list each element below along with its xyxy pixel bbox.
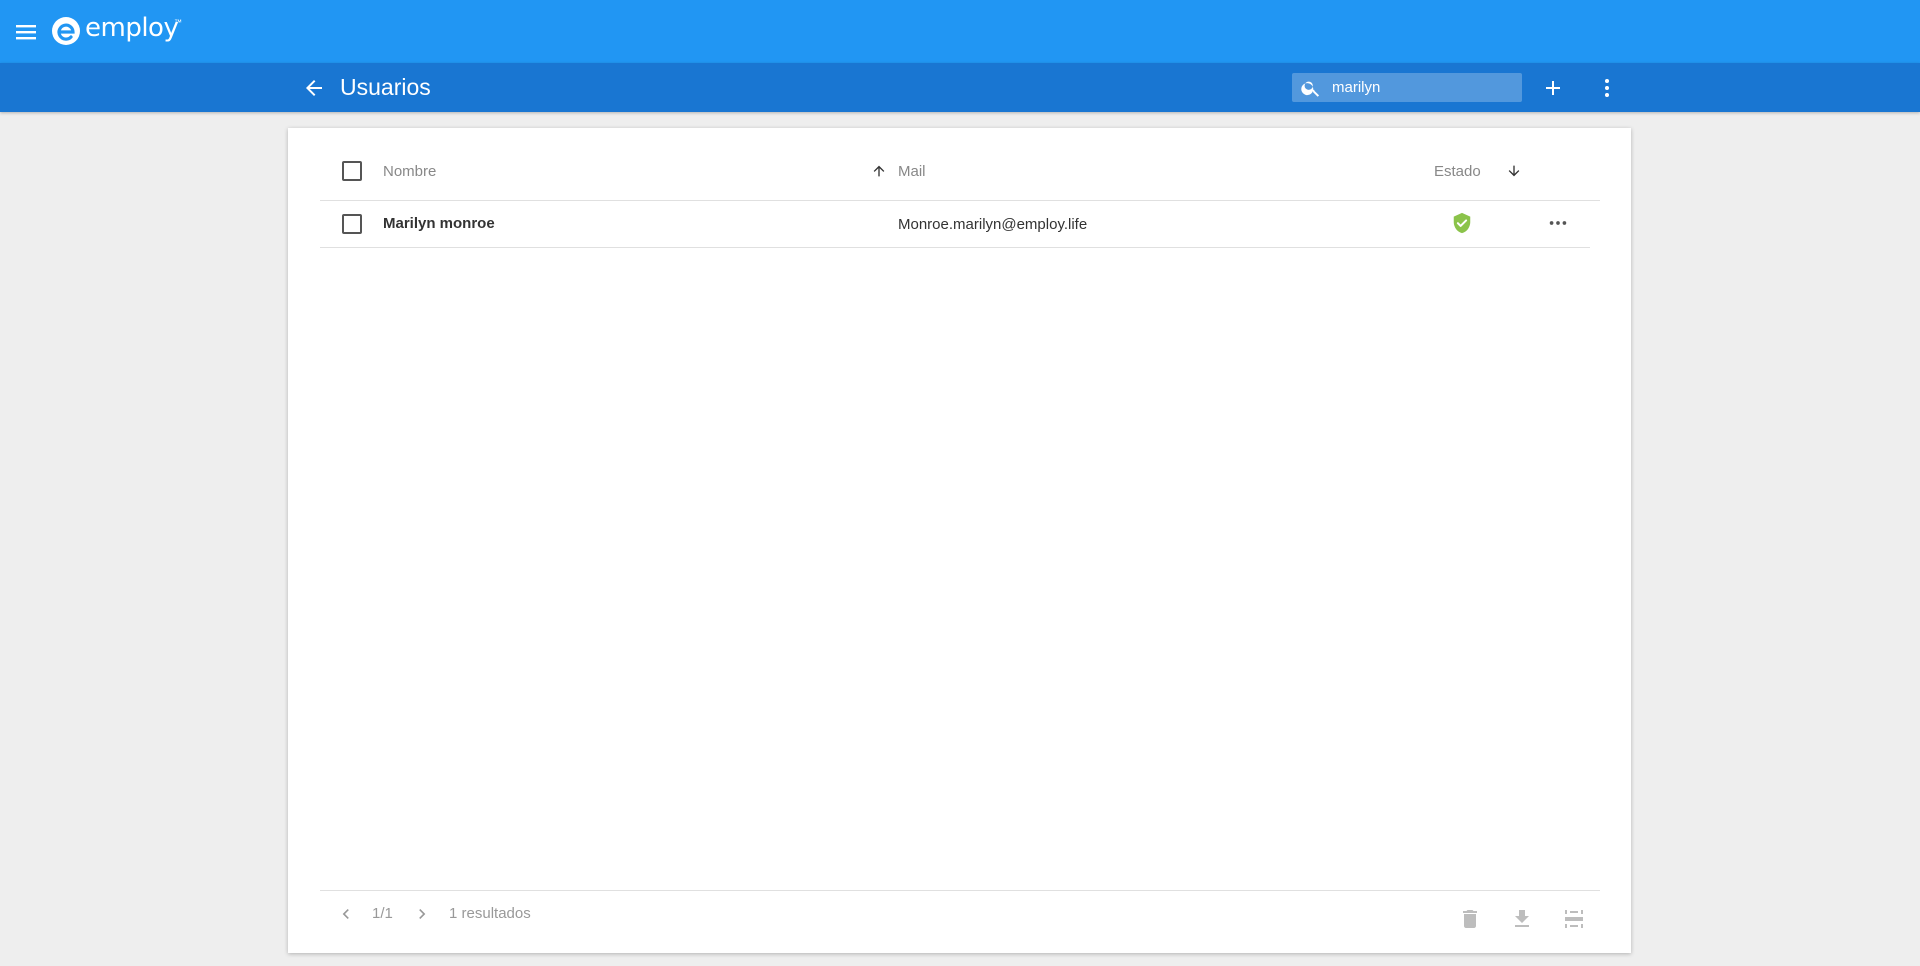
app-bar: employ ™	[0, 0, 1920, 63]
add-icon[interactable]	[1541, 76, 1565, 100]
row-divider	[320, 247, 1590, 248]
brand-name: employ	[85, 13, 179, 43]
sort-down-icon[interactable]	[1506, 163, 1522, 179]
pagination-page: 1/1	[372, 905, 393, 922]
columns-icon[interactable]	[1562, 907, 1586, 931]
page-title: Usuarios	[340, 74, 431, 100]
search-input[interactable]	[1332, 73, 1512, 102]
footer-divider	[320, 890, 1600, 891]
sort-up-icon[interactable]	[871, 163, 887, 179]
chevron-left-icon[interactable]	[336, 904, 356, 924]
results-count: 1 resultados	[449, 905, 531, 922]
select-all-checkbox[interactable]	[342, 161, 362, 181]
column-header-mail[interactable]: Mail	[898, 163, 926, 180]
back-arrow-icon[interactable]	[302, 76, 326, 100]
column-header-status[interactable]: Estado	[1434, 163, 1481, 180]
page-toolbar: Usuarios	[0, 63, 1920, 112]
more-vertical-icon[interactable]	[1595, 76, 1619, 100]
row-mail: Monroe.marilyn@employ.life	[898, 216, 1088, 233]
header-divider	[320, 200, 1600, 201]
brand-trademark: ™	[174, 18, 182, 27]
chevron-right-icon[interactable]	[412, 904, 432, 924]
more-horizontal-icon[interactable]	[1547, 212, 1569, 234]
delete-icon[interactable]	[1458, 907, 1482, 931]
search-box[interactable]	[1292, 73, 1522, 102]
menu-icon[interactable]	[12, 18, 40, 46]
verified-shield-icon	[1451, 212, 1473, 234]
search-icon	[1300, 77, 1322, 99]
users-table-card: Nombre Mail Estado Marilyn monroe Monroe…	[288, 128, 1631, 953]
column-header-name[interactable]: Nombre	[383, 163, 436, 180]
row-name[interactable]: Marilyn monroe	[383, 215, 495, 232]
row-checkbox[interactable]	[342, 214, 362, 234]
employ-logo-icon	[51, 16, 81, 46]
download-icon[interactable]	[1510, 907, 1534, 931]
